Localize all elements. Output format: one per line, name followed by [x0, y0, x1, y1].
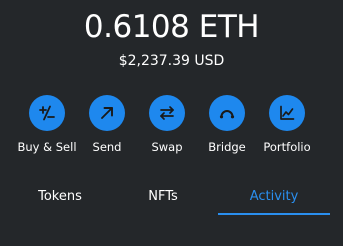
swap-button[interactable]: Swap: [137, 95, 197, 154]
bridge-arc-icon: [219, 110, 235, 119]
bridge-icon-circle[interactable]: [209, 95, 245, 131]
buy-sell-label: Buy & Sell: [17, 140, 77, 154]
plus-minus-icon: [39, 105, 55, 121]
portfolio-button[interactable]: Portfolio: [257, 95, 317, 154]
send-icon-circle[interactable]: [89, 95, 125, 131]
arrow-up-right-icon: [101, 107, 113, 119]
asset-tabs: Tokens NFTs Activity: [0, 183, 343, 215]
buy-sell-icon-circle[interactable]: [29, 95, 65, 131]
bridge-button[interactable]: Bridge: [197, 95, 257, 154]
portfolio-label: Portfolio: [263, 140, 311, 154]
portfolio-icon-circle[interactable]: [269, 95, 305, 131]
fiat-balance: $2,237.39 USD: [118, 53, 225, 69]
token-balance: 0.6108 ETH: [83, 9, 260, 45]
send-button[interactable]: Send: [77, 95, 137, 154]
bridge-label: Bridge: [208, 140, 246, 154]
chart-line-icon: [280, 105, 295, 120]
buy-sell-button[interactable]: Buy & Sell: [17, 95, 77, 154]
swap-arrows-icon: [160, 106, 174, 120]
tab-nfts[interactable]: NFTs: [108, 183, 218, 213]
send-label: Send: [92, 140, 122, 154]
swap-label: Swap: [151, 140, 183, 154]
tab-activity[interactable]: Activity: [218, 183, 330, 215]
tab-tokens[interactable]: Tokens: [0, 183, 120, 213]
action-bar: Buy & Sell Send Swap Bridge Portfolio: [17, 95, 317, 154]
swap-icon-circle[interactable]: [149, 95, 185, 131]
